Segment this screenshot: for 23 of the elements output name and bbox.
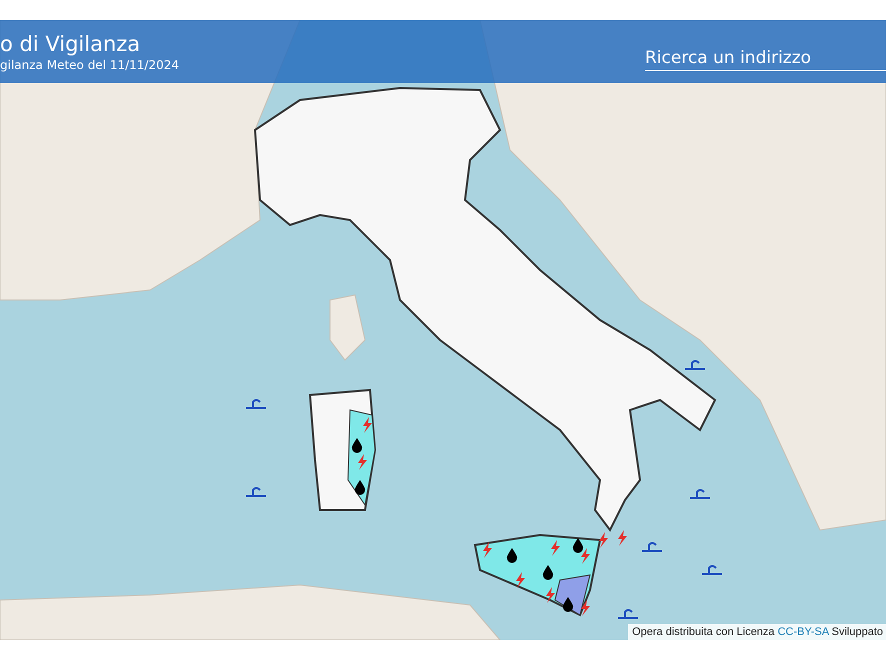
wave-icon[interactable] <box>245 399 267 409</box>
lightning-icon[interactable] <box>581 600 590 616</box>
wave-icon[interactable] <box>701 565 723 575</box>
drop-icon[interactable] <box>542 565 554 580</box>
drop-icon[interactable] <box>352 438 362 453</box>
wave-icon[interactable] <box>684 360 706 370</box>
drop-icon[interactable] <box>506 548 518 563</box>
page-subtitle: gilanza Meteo del 11/11/2024 <box>0 57 180 74</box>
wave-icon[interactable] <box>641 542 663 552</box>
wave-icon[interactable] <box>689 489 711 499</box>
search-field[interactable]: Ricerca un indirizzo <box>645 45 886 71</box>
lightning-icon[interactable] <box>483 542 492 558</box>
drop-icon[interactable] <box>354 480 366 495</box>
lightning-icon[interactable] <box>516 572 525 588</box>
wave-icon[interactable] <box>245 487 267 497</box>
drop-icon[interactable] <box>562 597 574 612</box>
page-title: o di Vigilanza <box>0 31 142 57</box>
license-link[interactable]: CC-BY-SA <box>778 626 829 638</box>
drop-icon[interactable] <box>572 538 584 553</box>
lightning-icon[interactable] <box>581 548 590 564</box>
lightning-icon[interactable] <box>599 532 608 548</box>
attribution-text: Opera distribuita con Licenza CC-BY-SA Sviluppato <box>628 624 886 640</box>
wave-icon[interactable] <box>617 609 639 619</box>
